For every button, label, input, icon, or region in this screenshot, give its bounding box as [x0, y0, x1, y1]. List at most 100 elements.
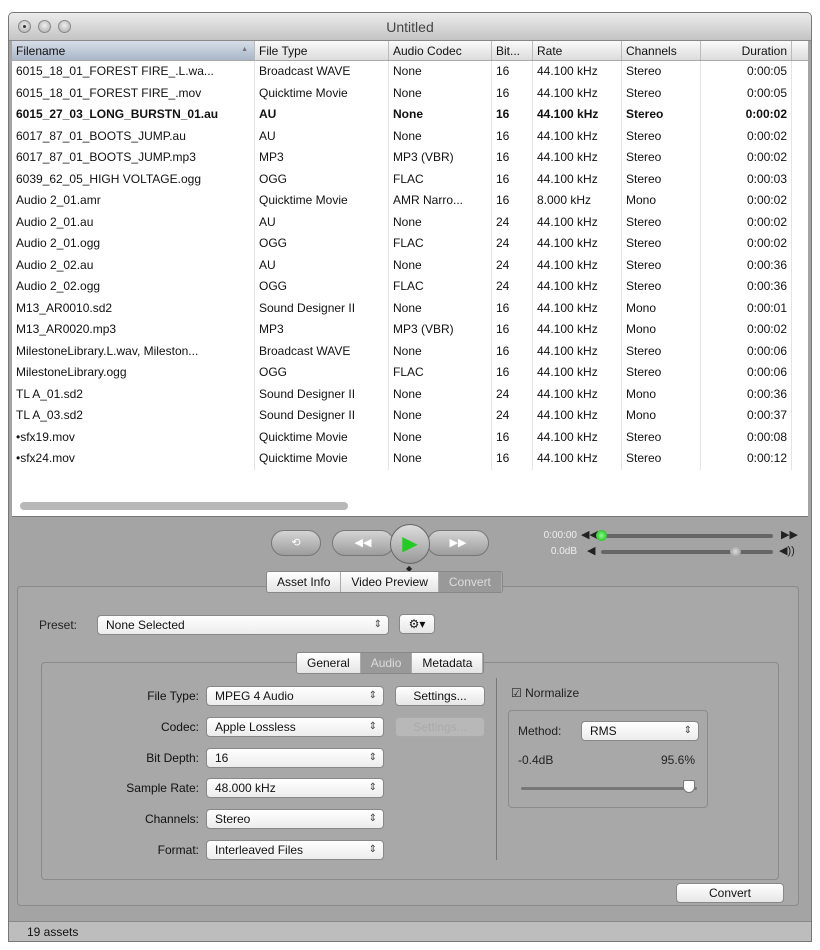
- field-select[interactable]: Stereo: [206, 809, 384, 830]
- table-row[interactable]: •sfx19.mov Quicktime Movie None 16 44.100 kH…: [12, 426, 808, 448]
- method-label: Method:: [518, 724, 562, 738]
- table-cell: 44.100 kHz: [533, 125, 622, 147]
- table-cell: None: [389, 448, 492, 470]
- normalize-slider[interactable]: [521, 787, 697, 790]
- horizontal-scrollbar[interactable]: [20, 502, 348, 510]
- table-row[interactable]: 6017_87_01_BOOTS_JUMP.au AU None 16 44.100 k…: [12, 125, 808, 147]
- volume-knob[interactable]: [730, 546, 742, 557]
- table-cell: TL A_01.sd2: [12, 383, 255, 405]
- column-header[interactable]: Audio Codec: [389, 41, 492, 60]
- table-cell: TL A_03.sd2: [12, 405, 255, 427]
- play-button[interactable]: ▶: [390, 524, 430, 564]
- table-cell: 0:00:08: [701, 426, 792, 448]
- tab-metadata[interactable]: Metadata: [412, 653, 484, 673]
- table-row[interactable]: 6039_62_05_HIGH VOLTAGE.ogg OGG FLAC 16 44.1…: [12, 168, 808, 190]
- tab-general[interactable]: General: [297, 653, 361, 673]
- table-cell: 16: [492, 362, 533, 384]
- column-header[interactable]: Bit...: [492, 41, 533, 60]
- fast-forward-button[interactable]: ▶▶: [427, 530, 489, 556]
- normalize-percent: 95.6%: [661, 753, 696, 767]
- table-row[interactable]: Audio 2_02.au AU None 24 44.100 kHz Stereo 0:0…: [12, 254, 808, 276]
- table-row[interactable]: M13_AR0010.sd2 Sound Designer II None 16 44.…: [12, 297, 808, 319]
- field-select[interactable]: MPEG 4 Audio: [206, 686, 384, 706]
- field-select[interactable]: Interleaved Files: [206, 840, 384, 860]
- table-cell: AU: [255, 211, 389, 233]
- table-cell: 44.100 kHz: [533, 82, 622, 104]
- table-cell: Sound Designer II: [255, 405, 389, 427]
- table-cell: AU: [255, 104, 389, 126]
- tab-video-preview[interactable]: Video Preview: [341, 572, 439, 592]
- table-cell: Mono: [622, 319, 701, 341]
- field-select[interactable]: 16: [206, 747, 384, 768]
- table-cell: 0:00:06: [701, 362, 792, 384]
- table-row[interactable]: MilestoneLibrary.ogg OGG FLAC 16 44.100 kHz S…: [12, 362, 808, 384]
- table-row[interactable]: 6017_87_01_BOOTS_JUMP.mp3 MP3 MP3 (VBR) 16 4…: [12, 147, 808, 169]
- column-header[interactable]: Rate: [533, 41, 622, 60]
- rewind-button[interactable]: ◀◀: [332, 530, 394, 556]
- tab-asset-info[interactable]: Asset Info: [267, 572, 342, 592]
- table-cell: 0:00:36: [701, 383, 792, 405]
- field-select[interactable]: 48.000 kHz: [206, 778, 384, 799]
- preset-select[interactable]: None Selected: [97, 615, 389, 635]
- table-cell: 0:00:37: [701, 405, 792, 427]
- position-slider[interactable]: [601, 534, 773, 538]
- column-header[interactable]: File Type: [255, 41, 389, 60]
- table-row[interactable]: TL A_01.sd2 Sound Designer II None 24 44.100…: [12, 383, 808, 405]
- table-cell: 44.100 kHz: [533, 448, 622, 470]
- table-cell: Stereo: [622, 147, 701, 169]
- volume-slider[interactable]: [601, 550, 773, 554]
- table-cell: 0:00:06: [701, 340, 792, 362]
- table-row[interactable]: Audio 2_02.ogg OGG FLAC 24 44.100 kHz Stereo 0…: [12, 276, 808, 298]
- table-cell: 6015_18_01_FOREST FIRE_.L.wa...: [12, 61, 255, 83]
- table-cell: Audio 2_01.ogg: [12, 233, 255, 255]
- table-row[interactable]: Audio 2_01.amr Quicktime Movie AMR Narro..…: [12, 190, 808, 212]
- table-cell: 44.100 kHz: [533, 405, 622, 427]
- table-cell: FLAC: [389, 276, 492, 298]
- table-cell: Stereo: [622, 340, 701, 362]
- table-cell: FLAC: [389, 362, 492, 384]
- skip-forward-icon[interactable]: ▶▶: [781, 528, 798, 541]
- table-cell: 16: [492, 319, 533, 341]
- table-row[interactable]: •sfx24.mov Quicktime Movie None 16 44.100 kH…: [12, 448, 808, 470]
- table-cell: MP3 (VBR): [389, 319, 492, 341]
- convert-button[interactable]: Convert: [676, 883, 784, 903]
- gear-menu-button[interactable]: ⚙▾: [399, 614, 435, 634]
- table-cell: Stereo: [622, 362, 701, 384]
- table-cell: 6015_18_01_FOREST FIRE_.mov: [12, 82, 255, 104]
- table-cell: •sfx24.mov: [12, 448, 255, 470]
- tab-audio[interactable]: Audio: [360, 653, 413, 673]
- table-cell: None: [389, 297, 492, 319]
- method-select[interactable]: RMS: [581, 721, 699, 741]
- table-body: 6015_18_01_FOREST FIRE_.L.wa... Broadcast…: [12, 61, 808, 470]
- table-cell: Mono: [622, 190, 701, 212]
- table-cell: 16: [492, 448, 533, 470]
- table-row[interactable]: 6015_18_01_FOREST FIRE_.L.wa... Broadcast…: [12, 61, 808, 83]
- column-header[interactable]: Channels: [622, 41, 701, 60]
- normalize-checkbox[interactable]: ☑ Normalize: [511, 686, 579, 700]
- column-header[interactable]: Filename: [12, 41, 255, 60]
- table-cell: None: [389, 340, 492, 362]
- table-cell: OGG: [255, 362, 389, 384]
- table-cell: 44.100 kHz: [533, 104, 622, 126]
- table-row[interactable]: 6015_27_03_LONG_BURSTN_01.au AU None 16 44.1…: [12, 104, 808, 126]
- table-row[interactable]: Audio 2_01.ogg OGG FLAC 24 44.100 kHz Stereo 0…: [12, 233, 808, 255]
- table-cell: 16: [492, 147, 533, 169]
- field-select[interactable]: Apple Lossless: [206, 716, 384, 737]
- column-header[interactable]: Duration: [701, 41, 792, 60]
- table-cell: Stereo: [622, 276, 701, 298]
- table-cell: None: [389, 61, 492, 83]
- table-cell: 6017_87_01_BOOTS_JUMP.au: [12, 125, 255, 147]
- table-cell: Audio 2_02.au: [12, 254, 255, 276]
- table-cell: AMR Narro...: [389, 190, 492, 212]
- table-cell: 0:00:02: [701, 319, 792, 341]
- table-row[interactable]: 6015_18_01_FOREST FIRE_.mov Quicktime Mov…: [12, 82, 808, 104]
- table-row[interactable]: M13_AR0020.mp3 MP3 MP3 (VBR) 16 44.100 kHz Mo…: [12, 319, 808, 341]
- loop-button[interactable]: ⟲: [271, 530, 321, 556]
- file-type-settings-button[interactable]: Settings...: [395, 686, 485, 706]
- table-row[interactable]: MilestoneLibrary.L.wav, Mileston... Broad…: [12, 340, 808, 362]
- table-row[interactable]: TL A_03.sd2 Sound Designer II None 24 44.100…: [12, 405, 808, 427]
- table-row[interactable]: Audio 2_01.au AU None 24 44.100 kHz Stereo 0:0…: [12, 211, 808, 233]
- tab-convert[interactable]: Convert: [438, 572, 502, 592]
- position-knob[interactable]: [596, 530, 607, 541]
- table-cell: M13_AR0020.mp3: [12, 319, 255, 341]
